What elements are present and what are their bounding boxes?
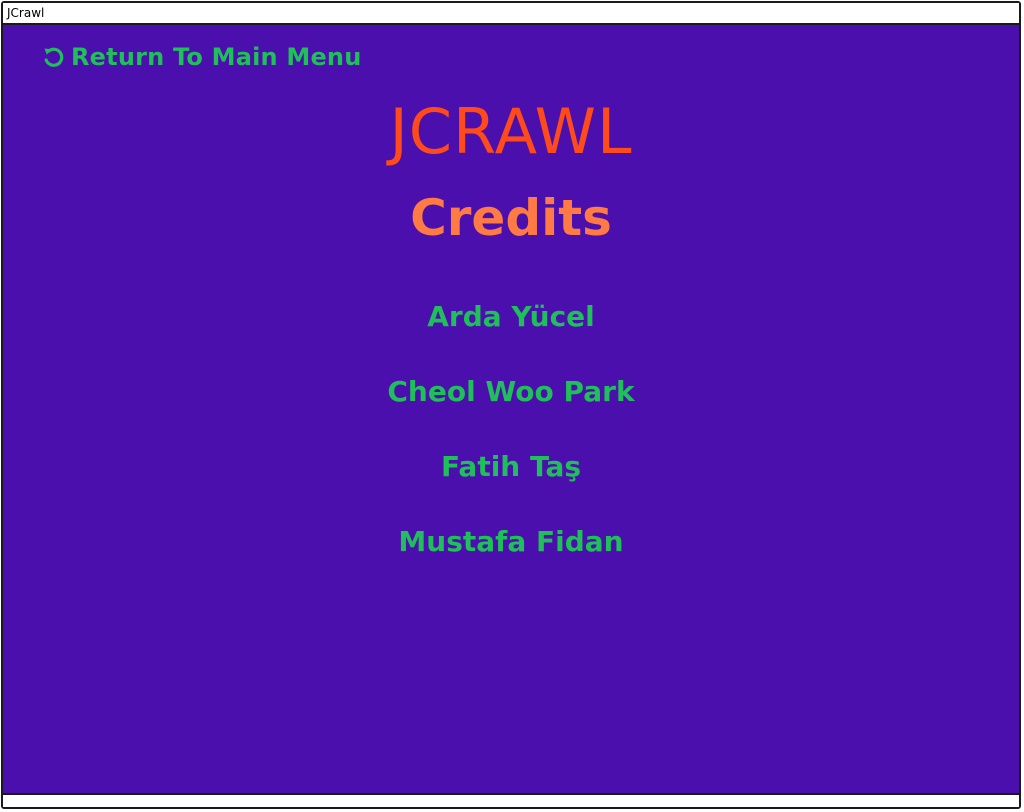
title-bar: JCrawl <box>3 3 1019 25</box>
credits-heading: Credits <box>410 189 612 247</box>
credit-name: Fatih Taş <box>440 450 582 483</box>
credits-list: Arda Yücel Cheol Woo Park Fatih Taş Must… <box>3 300 1019 600</box>
return-to-main-menu-label: Return To Main Menu <box>71 43 362 71</box>
status-bar <box>3 793 1019 807</box>
app-window: JCrawl Return To Main Menu JCRAWL Credit… <box>1 1 1021 809</box>
credit-name: Mustafa Fidan <box>398 525 624 558</box>
return-to-main-menu-link[interactable]: Return To Main Menu <box>41 43 362 71</box>
credit-name: Arda Yücel <box>427 300 595 333</box>
window-title: JCrawl <box>7 6 45 20</box>
credit-name: Cheol Woo Park <box>387 375 635 408</box>
credits-screen: Return To Main Menu JCRAWL Credits Arda … <box>3 25 1019 795</box>
app-title: JCRAWL <box>389 95 633 168</box>
rotate-left-icon <box>41 45 65 69</box>
